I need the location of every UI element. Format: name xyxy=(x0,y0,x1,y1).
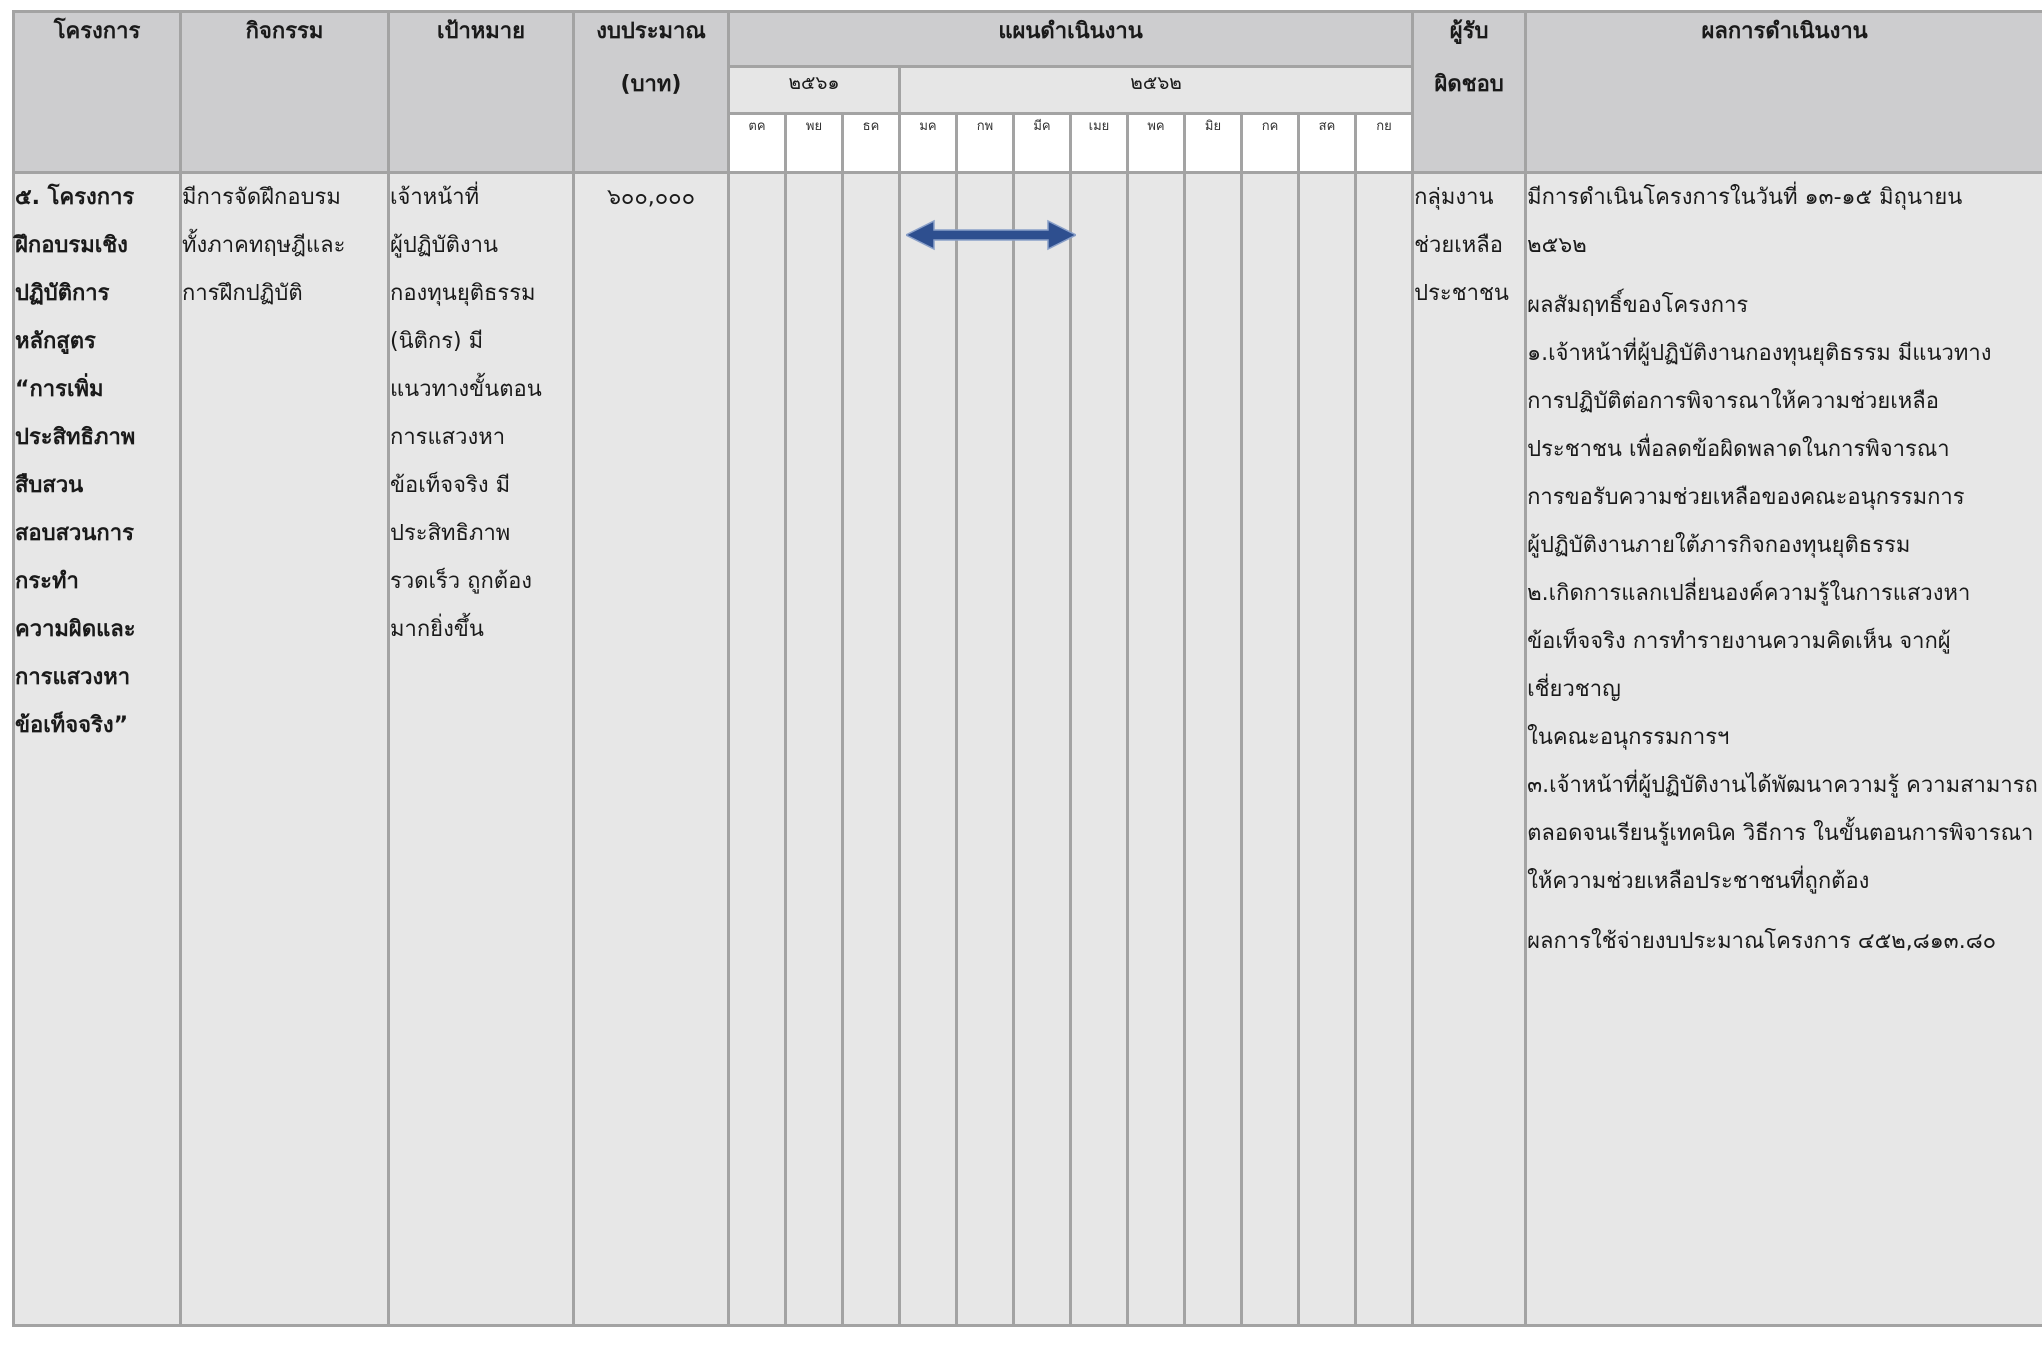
responsible-line: ช่วยเหลือ xyxy=(1414,233,1504,258)
project-line: ประสิทธิภาพ xyxy=(15,425,136,450)
month-cell-feb xyxy=(955,171,1015,1327)
result-cell: มีการดำเนินโครงการในวันที่ ๑๓-๑๕ มิถุนาย… xyxy=(1524,171,2042,1327)
month-feb: กพ xyxy=(955,112,1015,174)
month-cell-jan xyxy=(898,171,958,1327)
outcome-line: การปฏิบัติต่อการพิจารณาให้ความช่วยเหลือ xyxy=(1527,389,1939,414)
result-date-line: มีการดำเนินโครงการในวันที่ ๑๓-๑๕ มิถุนาย… xyxy=(1527,185,1963,210)
project-line: สอบสวนการ xyxy=(15,521,134,546)
project-line: “การเพิ่ม xyxy=(15,377,104,402)
outcome-line: ให้ความช่วยเหลือประชาชนที่ถูกต้อง xyxy=(1527,869,1870,894)
month-aug: สค xyxy=(1297,112,1357,174)
outcome-line: ๑.เจ้าหน้าที่ผู้ปฏิบัติงานกองทุนยุติธรรม… xyxy=(1527,341,1992,366)
month-jan: มค xyxy=(898,112,958,174)
month-cell-dec xyxy=(841,171,901,1327)
month-mar: มีค xyxy=(1012,112,1072,174)
project-line: การแสวงหา xyxy=(15,665,131,690)
month-nov: พย xyxy=(784,112,844,174)
month-oct: ตค xyxy=(727,112,787,174)
activity-line: ทั้งภาคทฤษฎีและ xyxy=(182,233,346,258)
project-line: ฝึกอบรมเชิง xyxy=(15,233,128,258)
project-line: ๕. โครงการ xyxy=(15,185,135,210)
project-cell: ๕. โครงการ ฝึกอบรมเชิง ปฏิบัติการ หลักสู… xyxy=(12,171,182,1327)
outcome-line: ข้อเท็จจริง การทำรายงานความคิดเห็น จากผู… xyxy=(1527,629,1951,702)
target-line: รวดเร็ว ถูกต้อง xyxy=(390,569,533,594)
outcome-line: ตลอดจนเรียนรู้เทคนิค วิธีการ ในขั้นตอนกา… xyxy=(1527,821,2034,846)
target-cell: เจ้าหน้าที่ ผู้ปฏิบัติงาน กองทุนยุติธรรม… xyxy=(387,171,575,1327)
activity-line: มีการจัดฝึกอบรม xyxy=(182,185,341,210)
plan-sheet: โครงการ กิจกรรม เป้าหมาย งบประมาณ (บาท) … xyxy=(12,10,2042,1348)
result-date-line: ๒๕๖๒ xyxy=(1527,233,1587,258)
target-line: ประสิทธิภาพ xyxy=(390,521,511,546)
header-plan: แผนดำเนินงาน xyxy=(726,10,1415,68)
project-plan-table: โครงการ กิจกรรม เป้าหมาย งบประมาณ (บาท) … xyxy=(12,10,2042,1327)
budget-value: ๖๐๐,๐๐๐ xyxy=(606,185,696,210)
responsible-cell: กลุ่มงาน ช่วยเหลือ ประชาชน xyxy=(1411,171,1528,1327)
target-line: ข้อเท็จจริง มี xyxy=(390,473,511,498)
year-2561: ๒๕๖๑ xyxy=(727,65,901,115)
month-cell-oct xyxy=(727,171,787,1327)
project-line: สืบสวน xyxy=(15,473,84,498)
target-line: การแสวงหา xyxy=(390,425,506,450)
responsible-line: กลุ่มงาน xyxy=(1414,185,1494,210)
outcome-line: ๓.เจ้าหน้าที่ผู้ปฏิบัติงานได้พัฒนาความรู… xyxy=(1527,773,2038,798)
activity-cell: มีการจัดฝึกอบรม ทั้งภาคทฤษฎีและ การฝึกปฏ… xyxy=(179,171,390,1327)
year-2562: ๒๕๖๒ xyxy=(897,65,1415,115)
header-responsible: ผู้รับ ผิดชอบ xyxy=(1411,10,1528,174)
header-target: เป้าหมาย xyxy=(387,10,575,174)
outcome-line: ผู้ปฏิบัติงานภายใต้ภารกิจกองทุนยุติธรรม xyxy=(1527,533,1911,558)
outcome-line: ในคณะอนุกรรมการฯ xyxy=(1527,725,1730,750)
month-cell-apr xyxy=(1069,171,1129,1327)
project-line: หลักสูตร xyxy=(15,329,96,354)
month-cell-sep xyxy=(1353,171,1415,1327)
header-budget: งบประมาณ (บาท) xyxy=(572,10,730,174)
target-line: กองทุนยุติธรรม xyxy=(390,281,536,306)
month-may: พค xyxy=(1126,112,1186,174)
header-responsible-line2: ผิดชอบ xyxy=(1434,72,1504,97)
month-cell-mar xyxy=(1012,171,1072,1327)
header-result: ผลการดำเนินงาน xyxy=(1524,10,2042,174)
target-line: (นิติกร) มี xyxy=(390,329,484,354)
month-apr: เมย xyxy=(1069,112,1129,174)
month-jul: กค xyxy=(1240,112,1300,174)
project-line: ความผิดและ xyxy=(15,617,136,642)
outcome-line: การขอรับความช่วยเหลือของคณะอนุกรรมการ xyxy=(1527,485,1965,510)
target-line: ผู้ปฏิบัติงาน xyxy=(390,233,499,258)
month-cell-aug xyxy=(1297,171,1357,1327)
project-line: ปฏิบัติการ xyxy=(15,281,110,306)
month-jun: มิย xyxy=(1183,112,1243,174)
month-cell-nov xyxy=(784,171,844,1327)
target-line: แนวทางขั้นตอน xyxy=(390,377,542,402)
project-line: ข้อเท็จจริง” xyxy=(15,713,129,738)
header-project: โครงการ xyxy=(12,10,182,174)
responsible-line: ประชาชน xyxy=(1414,281,1509,306)
month-cell-jul xyxy=(1240,171,1300,1327)
outcome-line: ๒.เกิดการแลกเปลี่ยนองค์ความรู้ในการแสวงห… xyxy=(1527,581,1971,606)
month-cell-jun xyxy=(1183,171,1243,1327)
month-cell-may xyxy=(1126,171,1186,1327)
month-sep: กย xyxy=(1353,112,1415,174)
outcome-line: ประชาชน เพื่อลดข้อผิดพลาดในการพิจารณา xyxy=(1527,437,1950,462)
outcome-title: ผลสัมฤทธิ์ของโครงการ xyxy=(1527,293,1749,318)
target-line: เจ้าหน้าที่ xyxy=(390,185,480,210)
month-dec: ธค xyxy=(841,112,901,174)
project-line: กระทำ xyxy=(15,569,79,594)
header-budget-line1: งบประมาณ xyxy=(596,19,706,44)
table-row: ๕. โครงการ ฝึกอบรมเชิง ปฏิบัติการ หลักสู… xyxy=(12,171,2042,1327)
header-budget-line2: (บาท) xyxy=(620,72,682,97)
header-activity: กิจกรรม xyxy=(179,10,390,174)
activity-line: การฝึกปฏิบัติ xyxy=(182,281,303,306)
budget-cell: ๖๐๐,๐๐๐ xyxy=(572,171,730,1327)
header-responsible-line1: ผู้รับ xyxy=(1449,19,1489,44)
target-line: มากยิ่งขึ้น xyxy=(390,617,484,642)
budget-used: ผลการใช้จ่ายงบประมาณโครงการ ๔๕๒,๘๑๓.๘๐ xyxy=(1527,929,1997,954)
